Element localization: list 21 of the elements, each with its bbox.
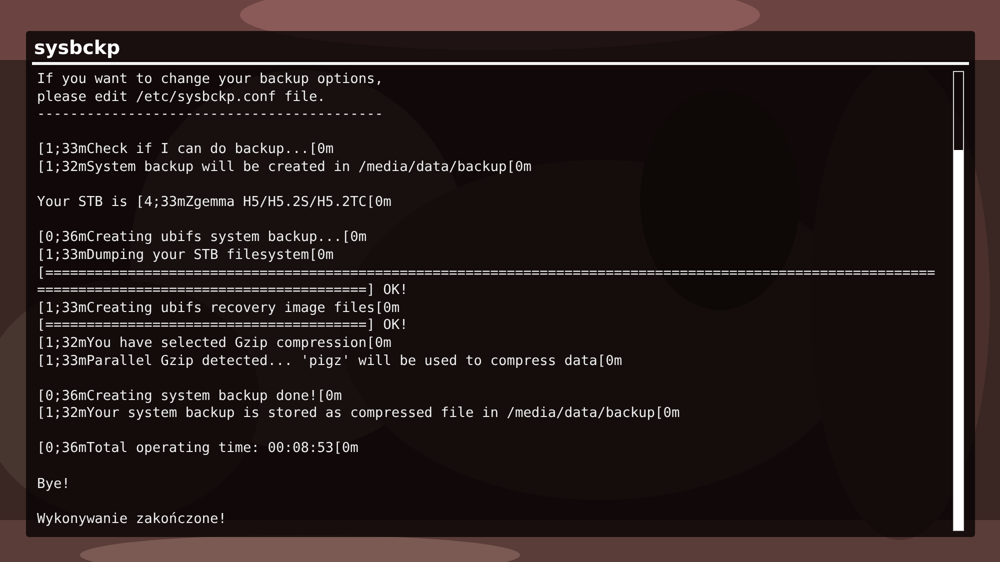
scrollbar[interactable] bbox=[953, 71, 964, 531]
terminal-line: If you want to change your backup options, bbox=[37, 71, 384, 89]
terminal-line: please edit /etc/sysbckp.conf file. bbox=[37, 88, 326, 106]
terminal-line: ========================================] OK! bbox=[37, 282, 408, 300]
terminal-line: Wykonywanie zakończone! bbox=[37, 510, 227, 528]
terminal-line: Bye! bbox=[37, 476, 70, 494]
terminal-line: [0;36mCreating system backup done![0m bbox=[37, 388, 342, 406]
terminal-line: [1;32mYou have selected Gzip compression[0m bbox=[37, 334, 392, 352]
terminal-line: [=======================================] OK! bbox=[37, 317, 408, 335]
terminal-line: [1;33mDumping your STB filesystem[0m bbox=[37, 246, 334, 265]
terminal-line: Your STB is [4;33mZgemma H5/H5.2S/H5.2TC[0m bbox=[37, 194, 392, 212]
terminal-line: [1;33mCreating ubifs recovery image files[0m bbox=[37, 300, 400, 318]
terminal-line: ------------------------------------------ bbox=[37, 106, 384, 124]
window-title: sysbckp bbox=[33, 36, 120, 61]
terminal-line: [============================================================================================================ bbox=[37, 264, 936, 282]
terminal-line: [0;36mTotal operating time: 00:08:53[0m bbox=[37, 440, 358, 458]
terminal-line: [1;33mParallel Gzip detected... 'pigz' will be used to compress data[0m bbox=[37, 352, 622, 370]
terminal-line: [1;32mYour system backup is stored as compressed file in /media/data/backup[0m bbox=[37, 405, 680, 423]
terminal-line: [1;32mSystem backup will be created in /media/data/backup[0m bbox=[37, 158, 532, 177]
terminal-line: [1;33mCheck if I can do backup...[0m bbox=[37, 141, 334, 159]
terminal-line: [0;36mCreating ubifs system backup...[0m bbox=[37, 229, 367, 247]
